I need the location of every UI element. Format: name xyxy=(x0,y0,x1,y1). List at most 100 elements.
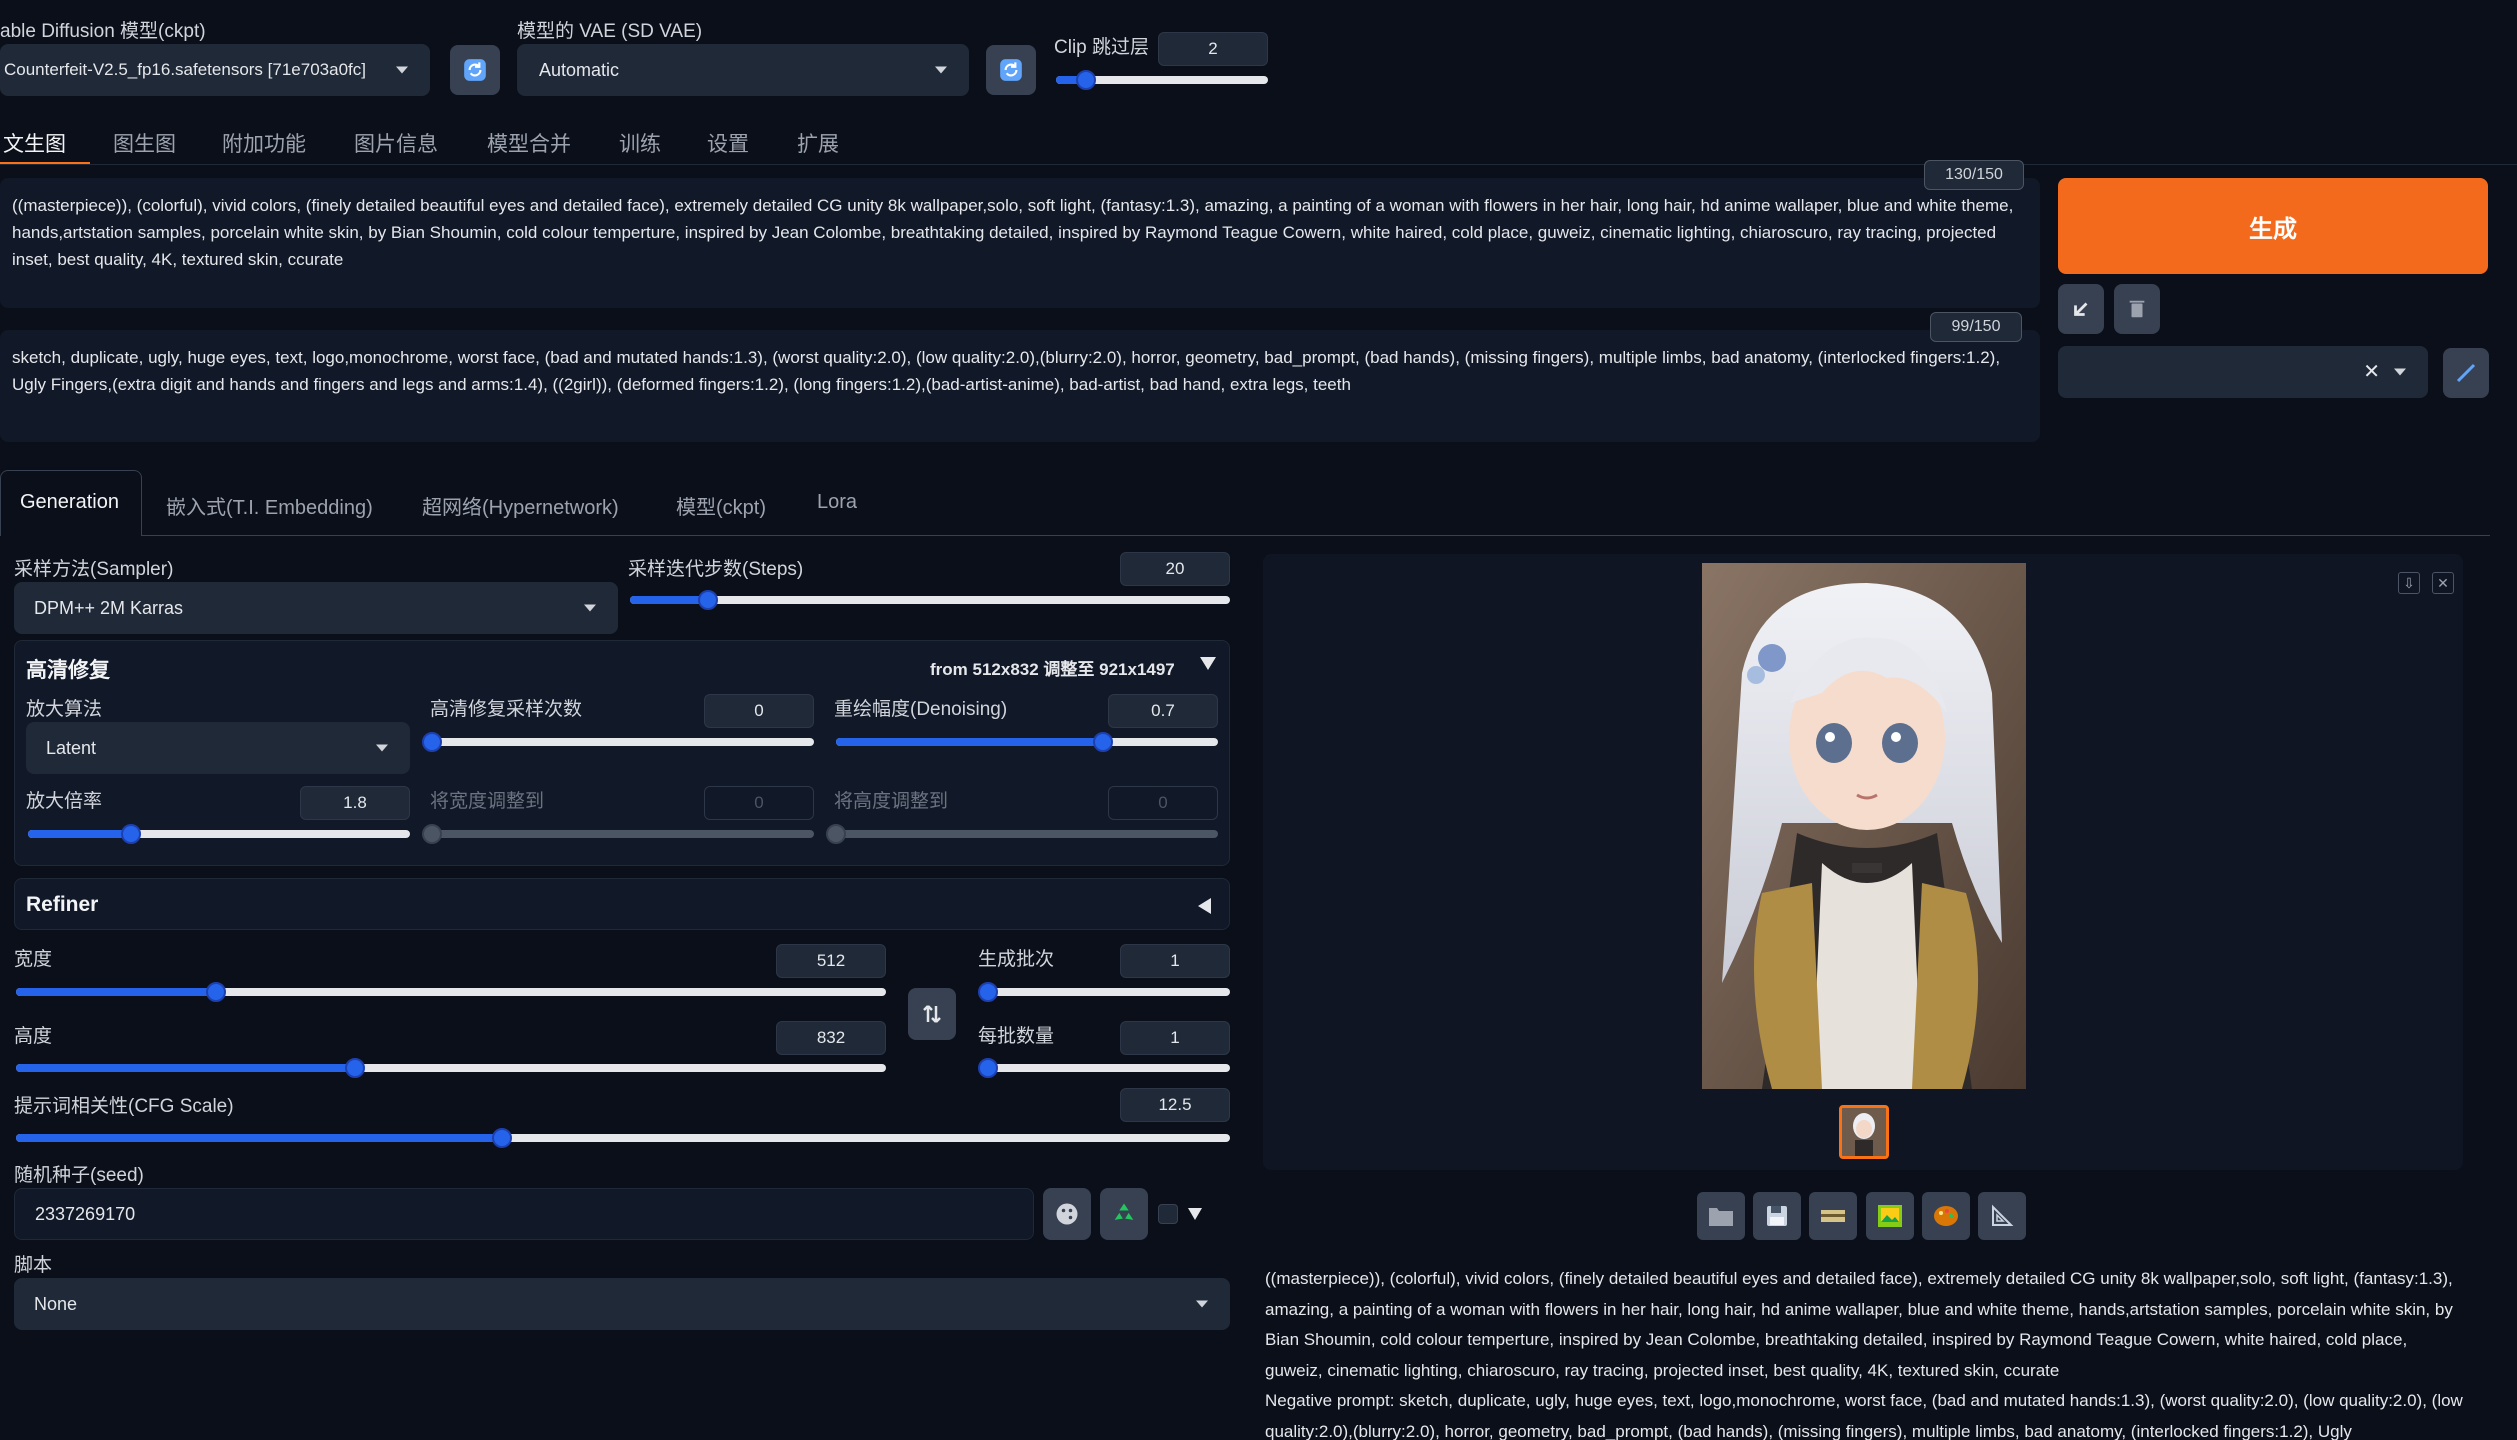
send-to-inpaint-button[interactable] xyxy=(1922,1192,1970,1240)
sampler-select-value: DPM++ 2M Karras xyxy=(34,597,184,618)
styles-select[interactable]: ✕ xyxy=(2058,346,2428,398)
batch-count-slider[interactable] xyxy=(978,982,1230,1002)
random-seed-button[interactable] xyxy=(1043,1188,1091,1240)
upscale-by-slider[interactable] xyxy=(28,824,410,844)
floppy-disk-icon xyxy=(1767,1206,1787,1226)
resize-width-slider[interactable] xyxy=(422,824,814,844)
tab-extras[interactable]: 附加功能 xyxy=(222,128,306,158)
batch-size-label: 每批数量 xyxy=(978,1026,1055,1047)
batch-count-input[interactable]: 1 xyxy=(1120,944,1230,978)
chevron-down-icon xyxy=(1196,1300,1208,1308)
edit-styles-button[interactable] xyxy=(2443,348,2489,398)
model-select[interactable]: Counterfeit-V2.5_fp16.safetensors [71e70… xyxy=(0,44,430,96)
trash-icon xyxy=(2129,300,2145,318)
send-to-extras-button[interactable] xyxy=(1978,1192,2026,1240)
subtab-checkpoint[interactable]: 模型(ckpt) xyxy=(676,491,766,520)
save-button[interactable] xyxy=(1753,1192,1801,1240)
hires-steps-slider[interactable] xyxy=(422,732,814,752)
vae-label: 模型的 VAE (SD VAE) xyxy=(517,21,703,42)
width-input[interactable]: 512 xyxy=(776,944,886,978)
resize-height-slider[interactable] xyxy=(826,824,1218,844)
tab-png-info[interactable]: 图片信息 xyxy=(354,128,438,158)
archive-icon xyxy=(1821,1210,1845,1222)
chevron-down-icon xyxy=(584,604,596,612)
negative-prompt-textarea[interactable]: sketch, duplicate, ugly, huge eyes, text… xyxy=(0,330,2040,442)
chevron-down-icon xyxy=(396,66,408,74)
extra-seed-checkbox[interactable] xyxy=(1158,1204,1178,1224)
tabs-divider xyxy=(0,164,2517,165)
clip-skip-input[interactable]: 2 xyxy=(1158,32,1268,66)
subtab-generation[interactable]: Generation xyxy=(20,491,119,514)
upscaler-select[interactable]: Latent xyxy=(26,722,410,774)
refiner-title: Refiner xyxy=(26,893,99,916)
hires-steps-input[interactable]: 0 xyxy=(704,694,814,728)
refresh-vae-button[interactable] xyxy=(986,45,1036,95)
generated-image[interactable] xyxy=(1702,563,2026,1089)
refresh-model-button[interactable] xyxy=(450,45,500,95)
hires-steps-label: 高清修复采样次数 xyxy=(430,699,583,720)
height-slider[interactable] xyxy=(16,1058,886,1078)
tab-img2img[interactable]: 图生图 xyxy=(113,128,176,158)
generation-info-negative: Negative prompt: sketch, duplicate, ugly… xyxy=(1265,1391,2463,1440)
sampler-select[interactable]: DPM++ 2M Karras xyxy=(14,582,618,634)
seed-input-value: 2337269170 xyxy=(35,1203,136,1224)
pencil-icon xyxy=(2456,363,2476,383)
folder-icon xyxy=(1709,1208,1733,1226)
subtab-lora[interactable]: Lora xyxy=(817,491,857,514)
tab-checkpoint-merger[interactable]: 模型合并 xyxy=(487,128,571,158)
hires-fix-summary: from 512x832 调整至 921x1497 xyxy=(930,660,1175,679)
denoise-slider[interactable] xyxy=(836,732,1218,752)
seed-input[interactable]: 2337269170 xyxy=(14,1188,1034,1240)
send-to-img2img-button[interactable] xyxy=(1866,1192,1914,1240)
tab-extensions[interactable]: 扩展 xyxy=(797,128,839,158)
cfg-scale-input[interactable]: 12.5 xyxy=(1120,1088,1230,1122)
hires-fix-title[interactable]: 高清修复 xyxy=(26,654,110,684)
steps-input[interactable]: 20 xyxy=(1120,552,1230,586)
generate-button[interactable]: 生成 xyxy=(2058,178,2488,274)
close-icon[interactable]: ✕ xyxy=(2432,572,2454,594)
extra-seed-triangle-icon[interactable] xyxy=(1188,1208,1202,1220)
upscale-by-input[interactable]: 1.8 xyxy=(300,786,410,820)
prompt-textarea[interactable]: ((masterpiece)), (colorful), vivid color… xyxy=(0,178,2040,308)
resize-width-input[interactable]: 0 xyxy=(704,786,814,820)
expand-triangle-icon[interactable] xyxy=(1198,898,1211,914)
height-input[interactable]: 832 xyxy=(776,1021,886,1055)
clip-skip-slider[interactable] xyxy=(1056,70,1268,90)
read-params-button[interactable] xyxy=(2058,284,2104,334)
close-icon[interactable]: ✕ xyxy=(2363,359,2380,384)
tab-settings[interactable]: 设置 xyxy=(707,128,749,158)
resize-height-input[interactable]: 0 xyxy=(1108,786,1218,820)
zip-button[interactable] xyxy=(1809,1192,1857,1240)
download-icon[interactable]: ⇩ xyxy=(2398,572,2420,594)
upscaler-select-value: Latent xyxy=(46,737,97,758)
resize-height-label: 将高度调整到 xyxy=(834,791,949,812)
tab-train[interactable]: 训练 xyxy=(619,128,661,158)
collapse-triangle-icon[interactable] xyxy=(1200,657,1216,670)
generation-info-prompt: ((masterpiece)), (colorful), vivid color… xyxy=(1265,1269,2453,1380)
swap-arrows-icon xyxy=(923,1005,941,1023)
thumbnail-selected[interactable] xyxy=(1839,1105,1889,1159)
denoise-label: 重绘幅度(Denoising) xyxy=(834,699,1008,720)
subtab-hypernetwork[interactable]: 超网络(Hypernetwork) xyxy=(422,491,619,520)
cfg-scale-slider[interactable] xyxy=(16,1128,1230,1148)
thumbnail-portrait-illustration xyxy=(1842,1108,1886,1156)
palette-icon xyxy=(1934,1206,1958,1226)
reuse-seed-button[interactable] xyxy=(1100,1188,1148,1240)
width-slider[interactable] xyxy=(16,982,886,1002)
script-select-value: None xyxy=(34,1293,78,1314)
denoise-input[interactable]: 0.7 xyxy=(1108,694,1218,728)
batch-size-slider[interactable] xyxy=(978,1058,1230,1078)
refiner-panel[interactable] xyxy=(14,878,1230,930)
script-select[interactable]: None xyxy=(14,1278,1230,1330)
tab-txt2img[interactable]: 文生图 xyxy=(3,128,66,158)
subtab-embedding[interactable]: 嵌入式(T.I. Embedding) xyxy=(166,491,373,520)
open-folder-button[interactable] xyxy=(1697,1192,1745,1240)
subtabs-divider xyxy=(142,535,2490,536)
clear-prompt-button[interactable] xyxy=(2114,284,2160,334)
vae-select[interactable]: Automatic xyxy=(517,44,969,96)
swap-dimensions-button[interactable] xyxy=(908,988,956,1040)
refresh-icon xyxy=(1000,59,1022,81)
chevron-down-icon xyxy=(935,66,947,74)
batch-size-input[interactable]: 1 xyxy=(1120,1021,1230,1055)
steps-slider[interactable] xyxy=(630,590,1230,610)
